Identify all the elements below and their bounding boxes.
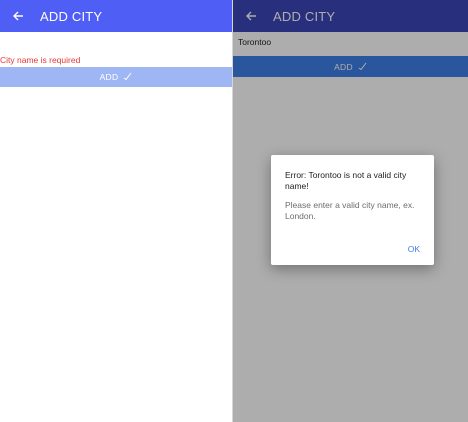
dialog-message: Please enter a valid city name, ex. Lond…: [285, 200, 415, 221]
app-bar: ADD CITY: [0, 0, 232, 32]
dialog-title: Error: Torontoo is not a valid city name…: [285, 170, 407, 191]
ok-button[interactable]: OK: [408, 244, 420, 254]
arrow-left-icon[interactable]: [10, 8, 26, 24]
check-icon: [123, 72, 132, 82]
add-city-screen-dialog: ADD CITY ADD Error: Torontoo is not a va…: [233, 0, 468, 422]
add-button-label: ADD: [99, 72, 119, 82]
error-dialog: Error: Torontoo is not a valid city name…: [271, 155, 434, 265]
page-title: ADD CITY: [40, 8, 103, 24]
city-name-error: City name is required: [0, 55, 81, 65]
add-button[interactable]: ADD: [0, 67, 232, 87]
add-city-screen-validation: ADD CITY City name is required ADD: [0, 0, 233, 422]
